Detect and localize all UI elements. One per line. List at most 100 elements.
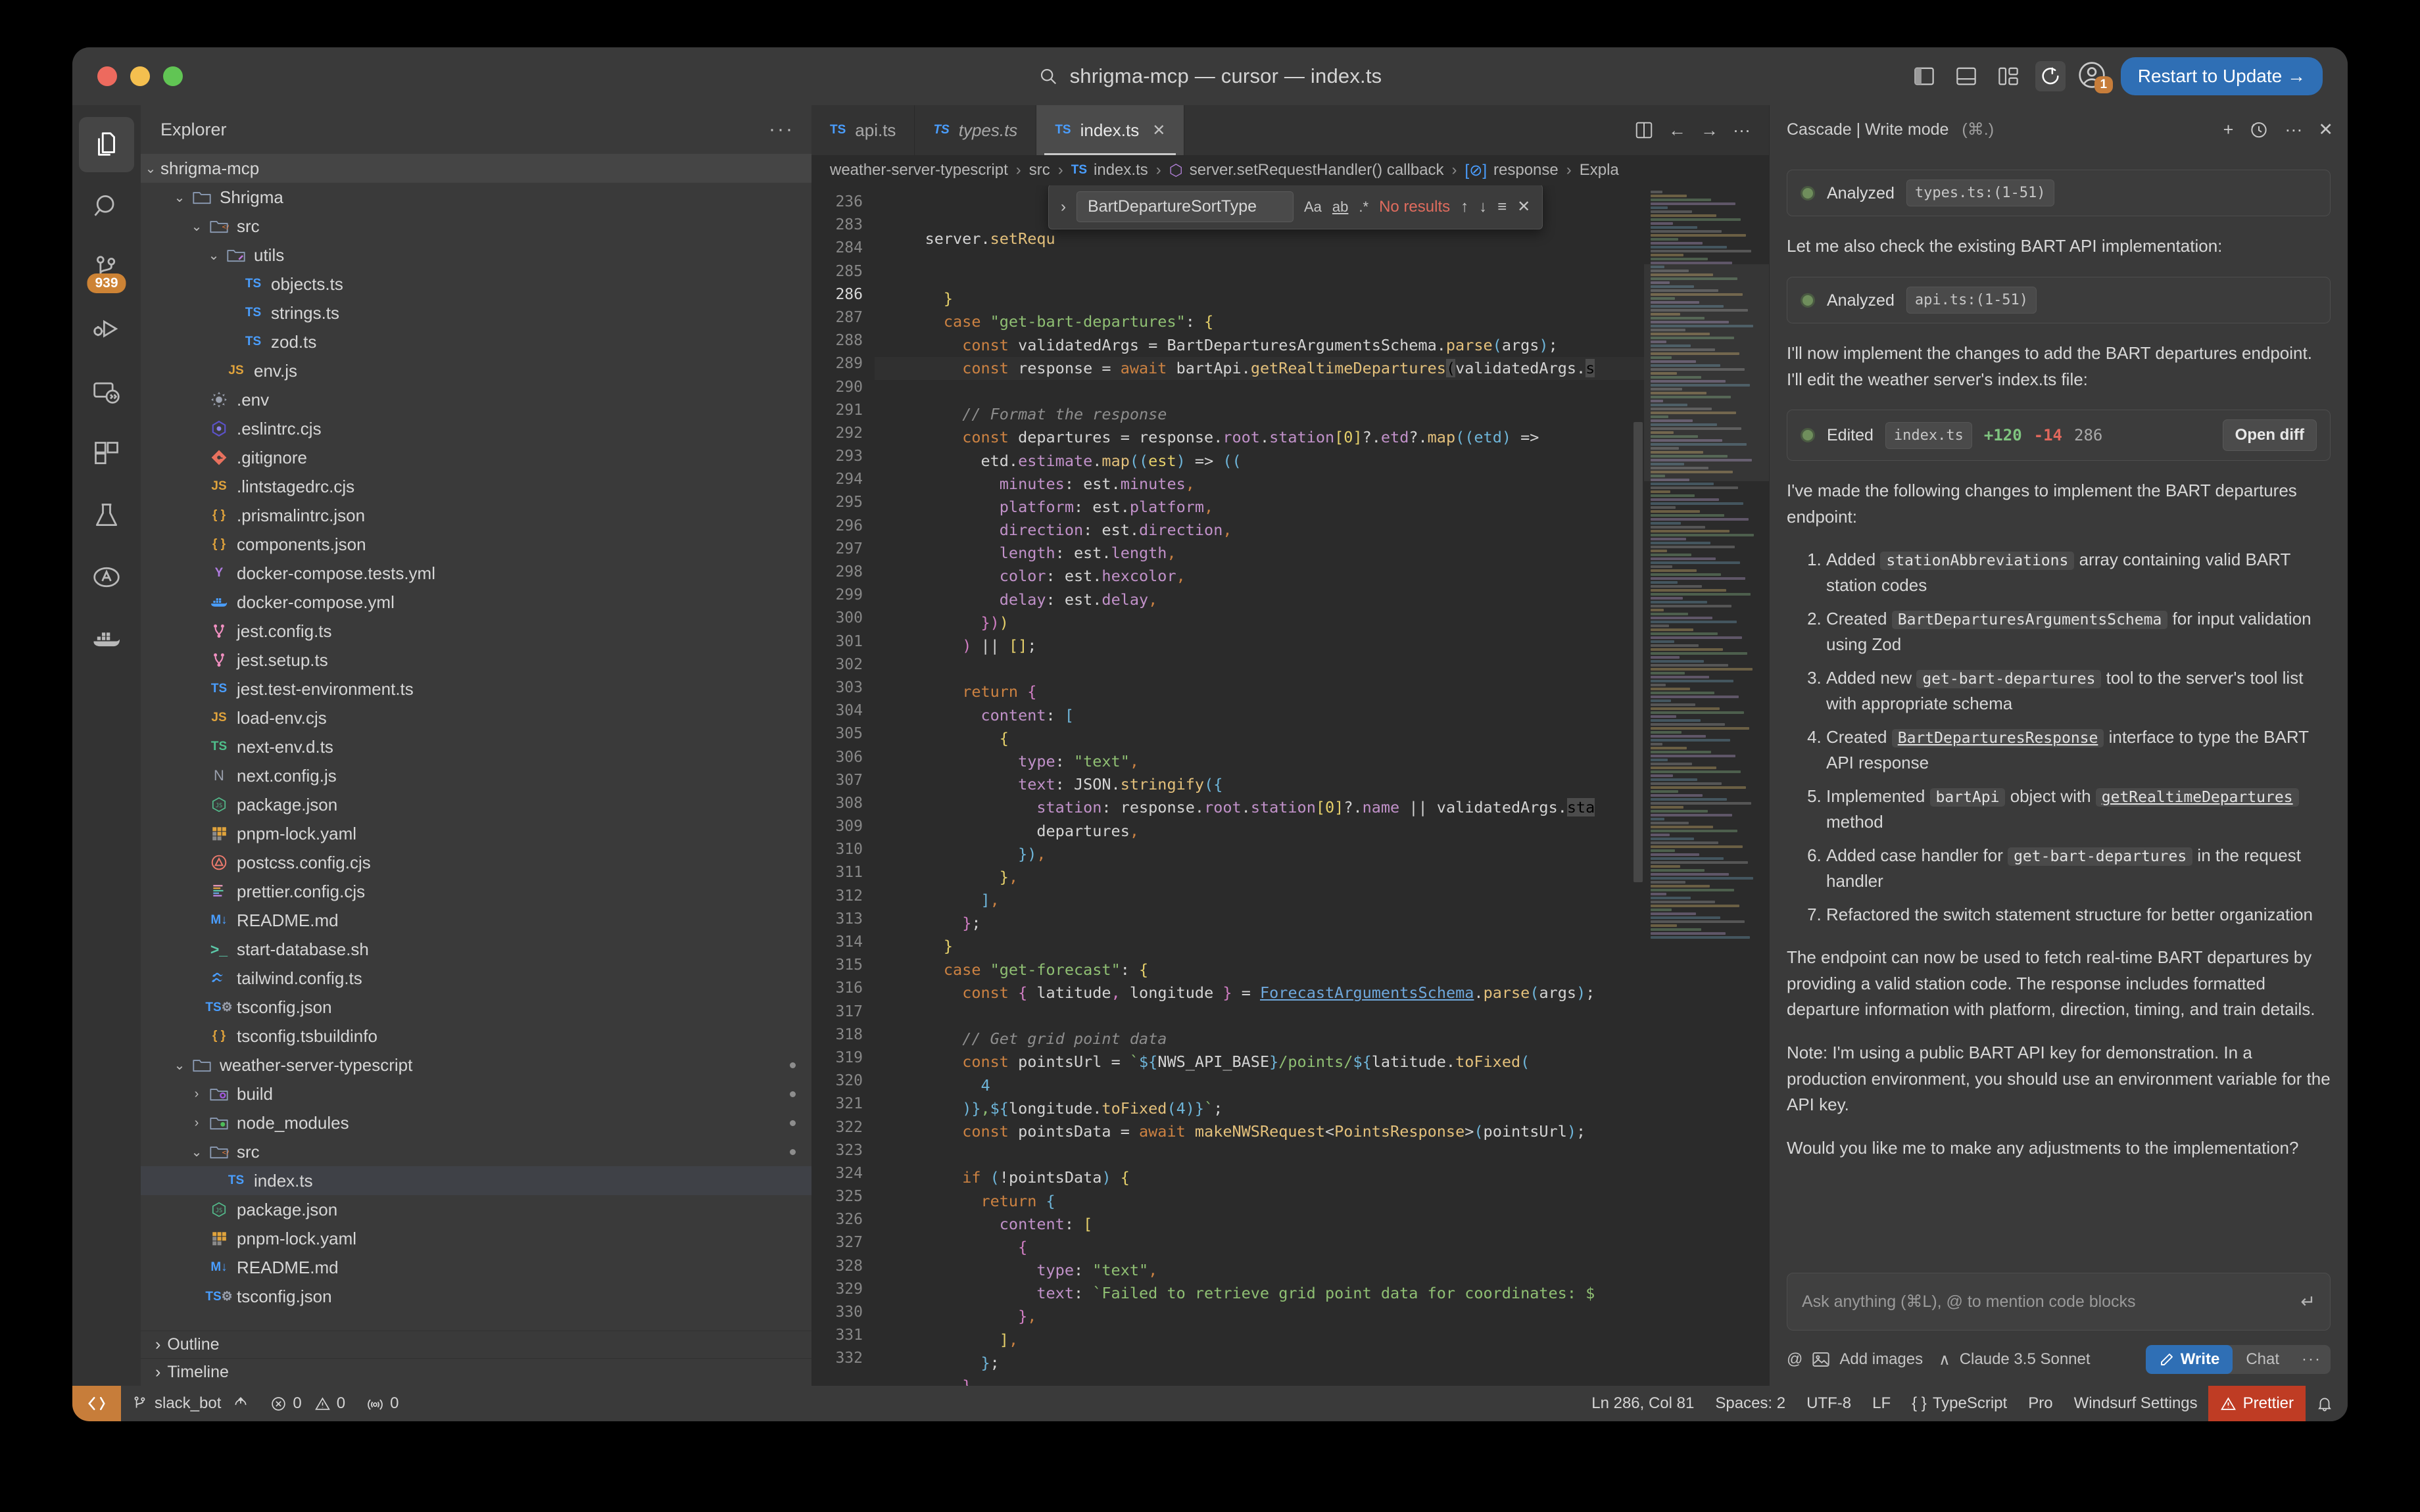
match-case-icon[interactable]: Aa xyxy=(1304,199,1322,216)
mode-chat-button[interactable]: Chat xyxy=(2233,1345,2292,1374)
cascade-prompt-input[interactable]: Ask anything (⌘L), @ to mention code blo… xyxy=(1787,1273,2331,1331)
editor-more-actions-icon[interactable]: ··· xyxy=(1733,120,1751,141)
model-selector[interactable]: Claude 3.5 Sonnet xyxy=(1960,1350,2091,1369)
activity-item-codeium[interactable] xyxy=(79,550,134,605)
close-window-button[interactable] xyxy=(97,66,117,86)
tree-item-load-env-cjs[interactable]: JS load-env.cjs xyxy=(141,703,811,732)
account-avatar[interactable]: 1 xyxy=(2077,60,2113,93)
activity-item-extensions[interactable] xyxy=(79,426,134,481)
breadcrumb-item-4[interactable]: response xyxy=(1493,161,1559,179)
cascade-mode-more-icon[interactable]: ··· xyxy=(2292,1350,2331,1369)
breadcrumb-item-1[interactable]: src xyxy=(1029,161,1050,179)
tree-item-weather-server-typescript[interactable]: ⌄ weather-server-typescript xyxy=(141,1051,811,1079)
tree-item-zod-ts[interactable]: TS zod.ts xyxy=(141,327,811,356)
maximize-window-button[interactable] xyxy=(163,66,183,86)
tree-item-strings-ts[interactable]: TS strings.ts xyxy=(141,298,811,327)
cascade-conversation[interactable]: ensure consistency. Analyzedtypes.ts:(1-… xyxy=(1770,154,2348,1264)
tree-item-index-ts[interactable]: TS index.ts xyxy=(141,1166,811,1195)
tree-item--prismalintrc-json[interactable]: { } .prismalintrc.json xyxy=(141,501,811,530)
minimize-window-button[interactable] xyxy=(130,66,150,86)
tree-item-env-js[interactable]: JS env.js xyxy=(141,356,811,385)
close-cascade-icon[interactable]: ✕ xyxy=(2318,120,2333,140)
cascade-more-actions-icon[interactable]: ··· xyxy=(2285,120,2302,140)
remote-host-indicator[interactable] xyxy=(72,1386,121,1421)
editor-minimap[interactable] xyxy=(1644,185,1769,1386)
scrollbar-thumb[interactable] xyxy=(1634,422,1643,882)
sync-changes-icon[interactable] xyxy=(232,1395,249,1412)
close-find-icon[interactable]: ✕ xyxy=(1517,197,1530,216)
cascade-edit-card[interactable]: Edited index.ts +120 -14 286 Open diff xyxy=(1787,410,2331,461)
tree-item-objects-ts[interactable]: TS objects.ts xyxy=(141,270,811,298)
tree-item-readme-md[interactable]: M↓ README.md xyxy=(141,906,811,935)
find-widget[interactable]: › BartDepartureSortType Aa ab .* No resu… xyxy=(1048,185,1543,229)
minimap-slider[interactable] xyxy=(1644,264,1769,481)
tree-item-readme-md[interactable]: M↓ README.md xyxy=(141,1253,811,1282)
find-next-icon[interactable]: ↓ xyxy=(1479,198,1487,216)
new-conversation-icon[interactable]: + xyxy=(2223,120,2234,140)
tree-item-build[interactable]: › build xyxy=(141,1079,811,1108)
breadcrumb-item-0[interactable]: weather-server-typescript xyxy=(830,161,1008,179)
tree-item-prettier-config-cjs[interactable]: prettier.config.cjs xyxy=(141,877,811,906)
activity-item-search[interactable] xyxy=(79,179,134,234)
activity-item-docker[interactable] xyxy=(79,611,134,667)
use-regex-icon[interactable]: .* xyxy=(1359,199,1368,216)
tree-item-pnpm-lock-yaml[interactable]: pnpm-lock.yaml xyxy=(141,819,811,848)
status-ports[interactable]: 0 xyxy=(356,1394,409,1413)
explorer-section-timeline[interactable]: › Timeline xyxy=(141,1358,811,1386)
breadcrumb-item-5[interactable]: Expla xyxy=(1580,161,1619,179)
cascade-tool-card[interactable]: Analyzed types.ts:(1-51) xyxy=(1787,170,2331,217)
find-input[interactable]: BartDepartureSortType xyxy=(1077,191,1294,222)
status-notifications[interactable] xyxy=(2306,1395,2348,1412)
add-images-icon[interactable] xyxy=(1812,1351,1830,1368)
status-formatter[interactable]: Prettier xyxy=(2208,1386,2306,1421)
activity-item-explorer[interactable] xyxy=(79,117,134,172)
tree-item-jest-test-environment-ts[interactable]: TS jest.test-environment.ts xyxy=(141,674,811,703)
status-cursor-position[interactable]: Ln 286, Col 81 xyxy=(1581,1394,1705,1413)
open-diff-button[interactable]: Open diff xyxy=(2222,419,2317,452)
tree-item-jest-config-ts[interactable]: jest.config.ts xyxy=(141,617,811,646)
editor-vertical-scrollbar[interactable] xyxy=(1632,185,1644,1386)
breadcrumb-item-2[interactable]: index.ts xyxy=(1094,161,1148,179)
tree-item-utils[interactable]: ⌄ utils xyxy=(141,241,811,270)
tree-item-tsconfig-tsbuildinfo[interactable]: { } tsconfig.tsbuildinfo xyxy=(141,1022,811,1051)
tree-item--env[interactable]: .env xyxy=(141,385,811,414)
cascade-tool-card[interactable]: Analyzed api.ts:(1-51) xyxy=(1787,276,2331,324)
tree-item-next-config-js[interactable]: Nnext.config.js xyxy=(141,761,811,790)
chevron-up-icon[interactable]: ∧ xyxy=(1939,1350,1950,1369)
file-tree[interactable]: ⌄ shrigma-mcp ⌄ Shrigma ⌄ </> src ⌄ utils TS obj… xyxy=(141,154,811,1331)
tree-item-components-json[interactable]: { } components.json xyxy=(141,530,811,559)
tree-item-tsconfig-json[interactable]: TS⚙ tsconfig.json xyxy=(141,1282,811,1311)
tree-item-next-env-d-ts[interactable]: TS next-env.d.ts xyxy=(141,732,811,761)
status-windsurf-settings[interactable]: Windsurf Settings xyxy=(2064,1394,2208,1413)
mode-write-button[interactable]: Write xyxy=(2145,1345,2233,1374)
status-branch[interactable]: slack_bot xyxy=(121,1394,260,1413)
tree-item--gitignore[interactable]: .gitignore xyxy=(141,443,811,472)
tree-item-pnpm-lock-yaml[interactable]: pnpm-lock.yaml xyxy=(141,1224,811,1253)
go-back-icon[interactable]: ← xyxy=(1668,120,1686,141)
tree-item-postcss-config-cjs[interactable]: postcss.config.cjs xyxy=(141,848,811,877)
tree-item-src[interactable]: ⌄ </> src xyxy=(141,212,811,241)
codeium-icon[interactable] xyxy=(2035,61,2066,91)
tree-root-shrigma-mcp[interactable]: ⌄ shrigma-mcp xyxy=(141,154,811,183)
mention-icon[interactable]: @ xyxy=(1787,1350,1803,1369)
status-plan[interactable]: Pro xyxy=(2018,1394,2063,1413)
tree-item-src[interactable]: ⌄ </> src xyxy=(141,1137,811,1166)
add-images-label[interactable]: Add images xyxy=(1839,1350,1923,1369)
status-indentation[interactable]: Spaces: 2 xyxy=(1705,1394,1796,1413)
editor-tab-api-ts[interactable]: TS api.ts xyxy=(811,105,915,155)
tree-item--lintstagedrc-cjs[interactable]: JS .lintstagedrc.cjs xyxy=(141,472,811,501)
tree-item-node-modules[interactable]: › node_modules xyxy=(141,1108,811,1137)
editor-tab-index-ts[interactable]: TS index.ts ✕ xyxy=(1036,105,1185,155)
tree-item-shrigma[interactable]: ⌄ Shrigma xyxy=(141,183,811,212)
status-problems[interactable]: 0 0 xyxy=(260,1394,356,1413)
history-icon[interactable] xyxy=(2249,120,2269,139)
find-previous-icon[interactable]: ↑ xyxy=(1461,198,1468,216)
editor-tab-types-ts[interactable]: TS types.ts xyxy=(915,105,1037,155)
search-icon[interactable] xyxy=(1038,66,1058,86)
split-editor-icon[interactable] xyxy=(1634,121,1654,139)
toggle-panel-icon[interactable] xyxy=(1951,61,1981,91)
status-language-mode[interactable]: { } TypeScript xyxy=(1901,1394,2018,1413)
whole-word-icon[interactable]: ab xyxy=(1332,199,1348,216)
restart-to-update-button[interactable]: Restart to Update → xyxy=(2120,57,2323,95)
tree-item-start-database-sh[interactable]: >_ start-database.sh xyxy=(141,935,811,964)
